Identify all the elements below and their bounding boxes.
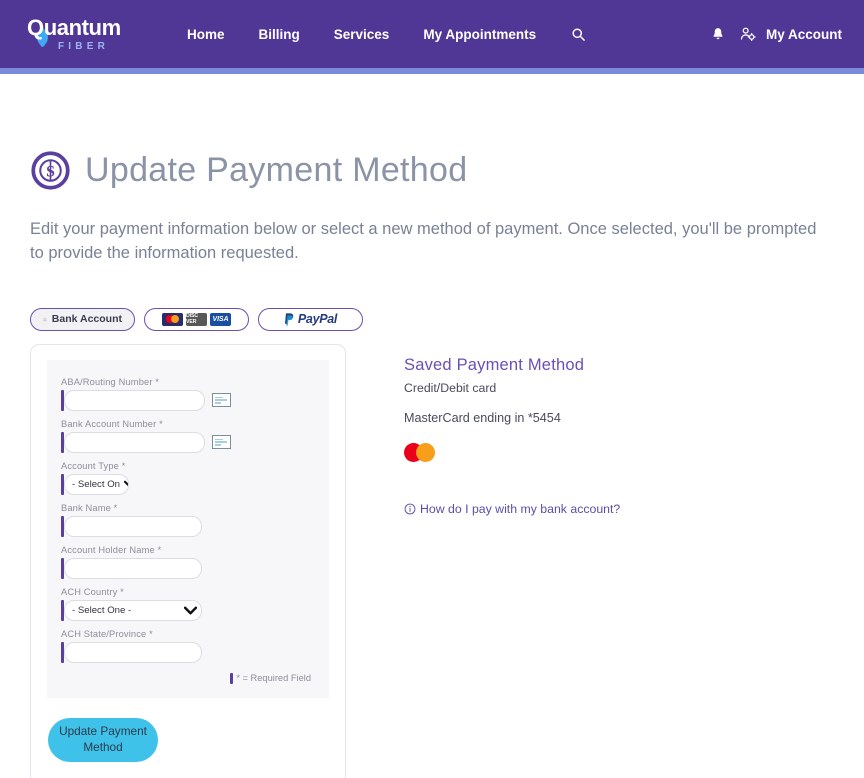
tab-credit-card[interactable]: DISC VER VISA: [144, 307, 249, 331]
dollar-circle-icon: S: [31, 151, 70, 190]
paypal-p-icon: [284, 313, 294, 326]
bank-account-form: ABA/Routing Number * Bank Account Number…: [47, 359, 329, 698]
account-settings-icon[interactable]: [738, 24, 758, 44]
ach-country-select[interactable]: - Select One -: [64, 599, 202, 621]
field-account-holder-name: Account Holder Name *: [61, 545, 311, 579]
nav-accent-underline: [0, 68, 864, 74]
bank-icon: [43, 317, 47, 321]
tab-bank-account-label: Bank Account: [51, 313, 122, 326]
page-body: S Update Payment Method Edit your paymen…: [0, 150, 864, 778]
ach-country-value: - Select One -: [72, 604, 132, 616]
bank-account-help-link[interactable]: How do I pay with my bank account?: [404, 502, 620, 516]
primary-nav-links: Home Billing Services My Appointments: [170, 21, 589, 48]
top-navigation-bar: Quantum FIBER Home Billing Services My A…: [0, 0, 864, 68]
paypal-logo: PayPal: [284, 312, 337, 326]
field-label: Bank Account Number *: [61, 418, 163, 429]
account-holder-name-input[interactable]: [64, 557, 202, 579]
mastercard-logo: [404, 442, 620, 462]
nav-link-my-appointments[interactable]: My Appointments: [406, 21, 553, 48]
logo-subtext: FIBER: [58, 40, 109, 52]
required-field-note-label: * = Required Field: [236, 673, 311, 684]
my-account-link[interactable]: My Account: [766, 27, 842, 42]
field-label: Bank Name *: [61, 502, 118, 513]
page-header: S Update Payment Method: [30, 150, 834, 191]
quantum-fiber-logo[interactable]: Quantum FIBER: [27, 14, 139, 52]
field-ach-state-province: ACH State/Province *: [61, 629, 311, 663]
bell-icon[interactable]: [708, 24, 728, 44]
chevron-down-icon: [123, 480, 128, 488]
nav-link-billing[interactable]: Billing: [242, 21, 317, 48]
nav-link-home[interactable]: Home: [170, 21, 242, 48]
required-field-note: * = Required Field: [61, 672, 311, 684]
aba-routing-number-input[interactable]: [64, 389, 205, 411]
account-type-value: - Select On: [72, 478, 120, 490]
tab-bank-account[interactable]: Bank Account: [30, 307, 135, 331]
page-description: Edit your payment information below or s…: [30, 220, 817, 263]
field-account-type: Account Type * - Select On: [61, 461, 311, 495]
discover-logo: DISC VER: [186, 312, 207, 326]
field-bank-account-number: Bank Account Number *: [61, 419, 311, 453]
tab-paypal[interactable]: PayPal: [258, 307, 363, 331]
field-bank-name: Bank Name *: [61, 503, 311, 537]
check-sample-icon[interactable]: [212, 393, 231, 408]
visa-logo: VISA: [210, 312, 231, 326]
nav-link-services[interactable]: Services: [317, 21, 407, 48]
mastercard-logo: [162, 312, 183, 326]
page-title: Update Payment Method: [85, 151, 468, 189]
chevron-down-icon: [183, 606, 198, 615]
update-payment-method-button[interactable]: Update Payment Method: [48, 717, 158, 762]
paypal-wordmark: PayPal: [297, 312, 338, 327]
field-label: ABA/Routing Number *: [61, 376, 160, 387]
field-label: ACH Country *: [61, 586, 124, 597]
field-label: Account Type *: [61, 460, 126, 471]
bank-account-number-input[interactable]: [64, 431, 205, 453]
field-aba-routing-number: ABA/Routing Number *: [61, 377, 311, 411]
account-type-select[interactable]: - Select On: [64, 473, 129, 495]
saved-payment-method-subtitle: Credit/Debit card: [404, 380, 497, 395]
nav-right-cluster: My Account: [708, 0, 842, 68]
saved-payment-method-panel: Saved Payment Method Credit/Debit card M…: [404, 344, 620, 778]
ach-state-province-input[interactable]: [64, 641, 202, 663]
info-circle-icon: [404, 503, 416, 515]
logo-wordmark: Quantum: [27, 14, 121, 40]
search-icon[interactable]: [567, 23, 589, 45]
bank-name-input[interactable]: [64, 515, 202, 537]
payment-method-tabs: Bank Account DISC VER VISA PayPal: [30, 307, 834, 331]
bank-account-help-label: How do I pay with my bank account?: [420, 501, 621, 516]
required-marker: [230, 672, 234, 684]
field-label: Account Holder Name *: [61, 544, 162, 555]
field-ach-country: ACH Country * - Select One -: [61, 587, 311, 621]
field-label: ACH State/Province *: [61, 628, 153, 639]
saved-payment-method-title: Saved Payment Method: [404, 355, 585, 374]
check-sample-icon[interactable]: [212, 435, 231, 450]
main-content: ABA/Routing Number * Bank Account Number…: [30, 343, 834, 778]
bank-account-form-card: ABA/Routing Number * Bank Account Number…: [30, 343, 346, 778]
saved-card-details: MasterCard ending in *5454: [404, 410, 561, 425]
